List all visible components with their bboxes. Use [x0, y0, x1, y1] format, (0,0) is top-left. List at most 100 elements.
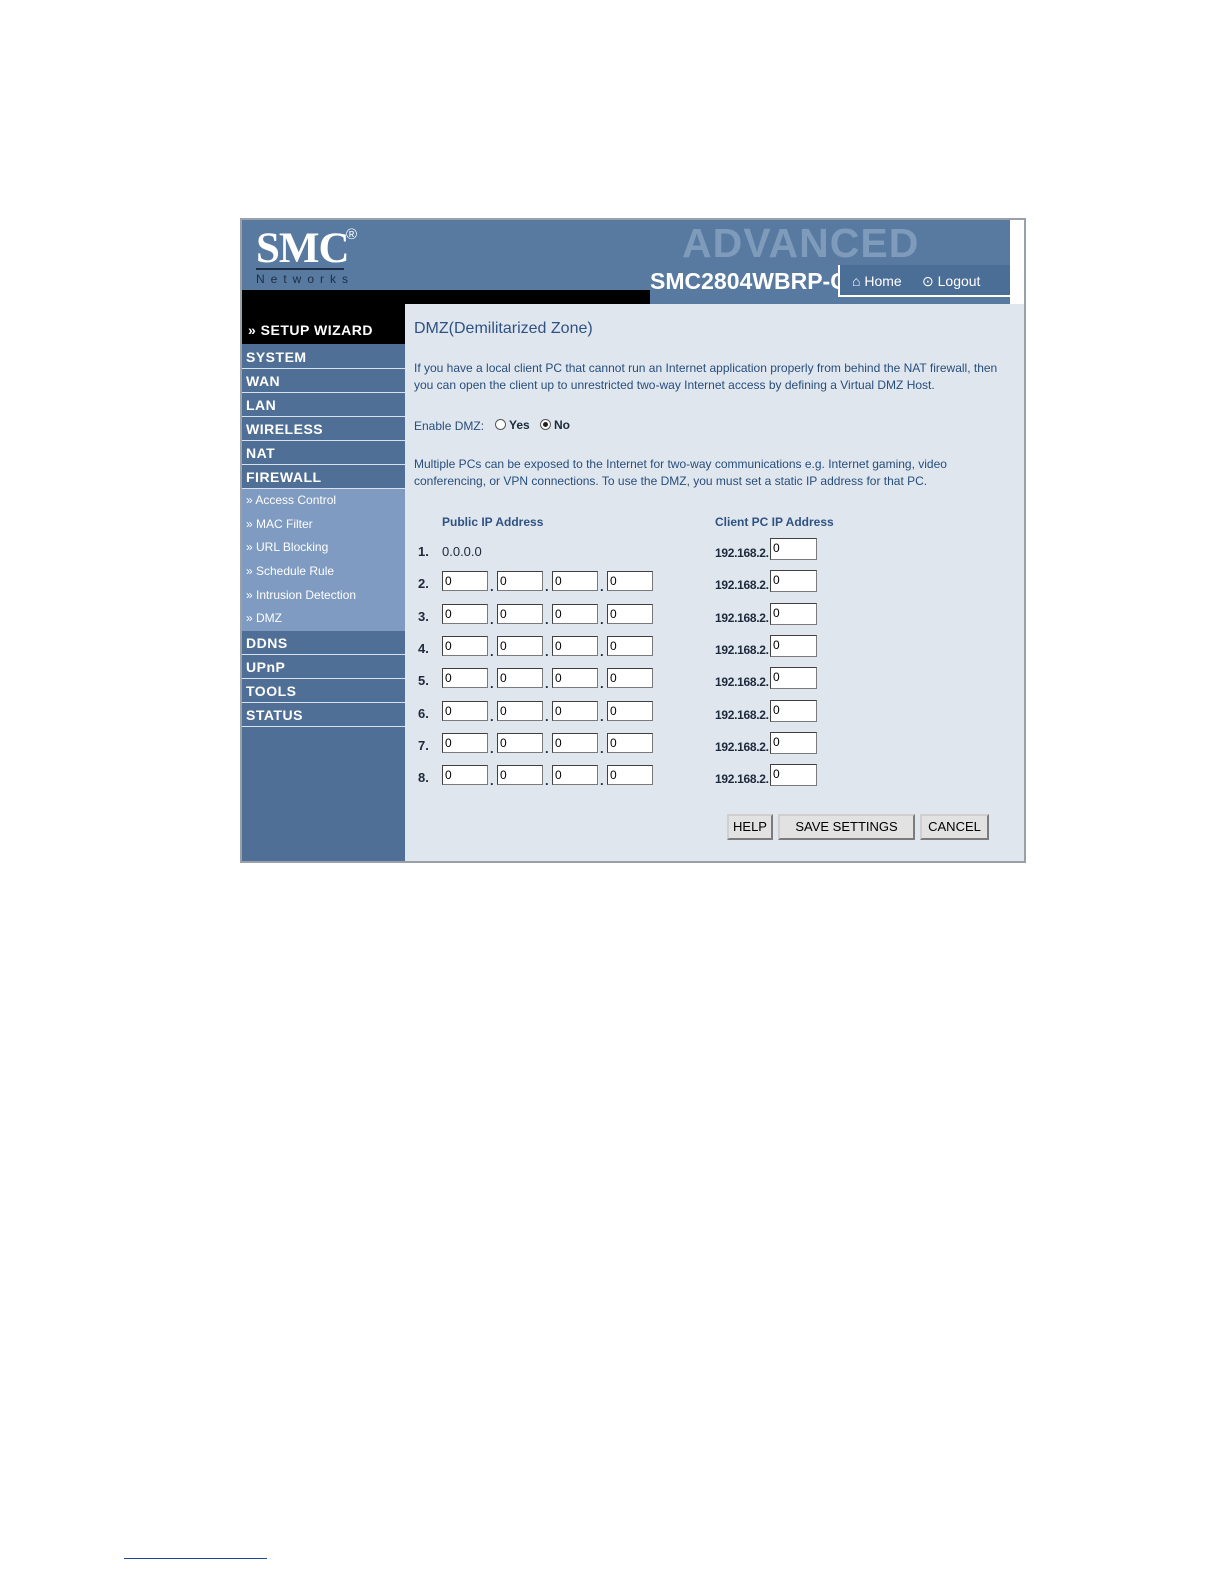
router-admin-window: SMC ® Networks ADVANCED SETUP SMC2804WBR…: [240, 218, 1026, 863]
sidebar-subitem-access-control[interactable]: » Access Control: [242, 489, 405, 513]
public-ip-octet-input[interactable]: 0: [442, 603, 488, 624]
sidebar-item-status[interactable]: STATUS: [242, 703, 405, 728]
sidebar-subitem-schedule-rule[interactable]: » Schedule Rule: [242, 560, 405, 584]
logout-label: Logout: [937, 273, 981, 289]
octet-separator: .: [600, 676, 604, 692]
public-ip-octet-input[interactable]: 0: [497, 700, 543, 721]
sidebar-subitem-mac-filter[interactable]: » MAC Filter: [242, 512, 405, 537]
public-ip-octet-input[interactable]: 0: [607, 732, 653, 753]
client-ip-last-octet-input[interactable]: 0: [770, 699, 817, 722]
yes-radio[interactable]: [495, 419, 506, 430]
public-ip-octet-input[interactable]: 0: [607, 668, 653, 689]
public-ip-octet-input[interactable]: 0: [607, 765, 653, 786]
client-ip-prefix: 192.168.2.: [715, 578, 769, 593]
octet-separator: .: [600, 708, 604, 724]
footnote-separator: [124, 1558, 267, 1559]
client-ip-prefix: 192.168.2.: [715, 739, 769, 754]
enable-no-option[interactable]: No: [540, 418, 570, 432]
table-row: 2. 0. 0. 0. 0 192.168.2. 0: [405, 570, 1005, 596]
enable-dmz-label: Enable DMZ:: [414, 419, 485, 433]
row-number: 8.: [418, 770, 429, 786]
no-radio[interactable]: [540, 419, 551, 430]
public-ip-header: Public IP Address: [442, 515, 544, 529]
public-ip-octet-input[interactable]: 0: [497, 603, 543, 624]
client-ip-prefix: 192.168.2.: [715, 772, 769, 787]
client-ip-prefix: 192.168.2.: [715, 610, 769, 625]
model-name: SMC2804WBRP-G: [650, 268, 849, 294]
sidebar-item-lan[interactable]: LAN: [242, 393, 405, 417]
client-ip-last-octet-input[interactable]: 0: [770, 667, 817, 690]
public-ip-octet-input[interactable]: 0: [497, 765, 543, 786]
public-ip-octet-input[interactable]: 0: [552, 732, 598, 753]
public-ip-octet-input[interactable]: 0: [552, 700, 598, 721]
sidebar-item-wan[interactable]: WAN: [242, 369, 405, 393]
help-button[interactable]: HELP: [727, 814, 773, 840]
public-ip-octet-input[interactable]: 0: [497, 668, 543, 689]
cancel-button[interactable]: CANCEL: [920, 814, 989, 840]
client-ip-last-octet-input[interactable]: 0: [770, 731, 817, 754]
public-ip-octet-input[interactable]: 0: [442, 765, 488, 786]
public-ip-octet-input[interactable]: 0: [442, 668, 488, 689]
public-ip-octet-input[interactable]: 0: [442, 732, 488, 753]
sidebar-menu: SYSTEM WAN LAN WIRELESS NAT FIREWALL » A…: [242, 345, 405, 728]
public-ip-octet-input[interactable]: 0: [552, 603, 598, 624]
table-row: 3. 0. 0. 0. 0 192.168.2. 0: [405, 602, 1005, 629]
row-number: 4.: [418, 640, 429, 656]
octet-separator: .: [545, 773, 549, 789]
sidebar-item-tools[interactable]: TOOLS: [242, 679, 405, 704]
logout-link[interactable]: ⊙ Logout: [922, 273, 980, 290]
public-ip-octet-input[interactable]: 0: [497, 571, 543, 592]
sidebar-item-nat[interactable]: NAT: [242, 441, 405, 465]
table-row: 6. 0. 0. 0. 0 192.168.2. 0: [405, 699, 1005, 726]
public-ip-octet-input[interactable]: 0: [442, 571, 488, 592]
client-ip-header: Client PC IP Address: [715, 515, 834, 529]
public-ip-octet-input[interactable]: 0: [497, 635, 543, 656]
octet-separator: .: [600, 611, 604, 627]
public-ip-octet-input[interactable]: 0: [552, 571, 598, 592]
public-ip-octet-input[interactable]: 0: [607, 571, 653, 592]
client-ip-last-octet-input[interactable]: 0: [770, 634, 817, 657]
main-content: DMZ(Demilitarized Zone) If you have a lo…: [405, 304, 1008, 861]
enable-yes-option[interactable]: Yes: [495, 418, 530, 432]
octet-separator: .: [600, 579, 604, 595]
client-ip-last-octet-input[interactable]: 0: [770, 602, 817, 625]
save-settings-button[interactable]: SAVE SETTINGS: [778, 814, 915, 840]
octet-separator: .: [545, 579, 549, 595]
multi-pc-text: Multiple PCs can be exposed to the Inter…: [414, 457, 947, 488]
public-ip-octet-input[interactable]: 0: [607, 635, 653, 656]
sidebar-item-upnp[interactable]: UPnP: [242, 655, 405, 680]
client-ip-prefix: 192.168.2.: [715, 546, 769, 560]
home-link[interactable]: ⌂ Home: [852, 273, 902, 289]
row-number: 3.: [418, 608, 429, 624]
header-edge: [1010, 220, 1024, 304]
sidebar-item-wireless[interactable]: WIRELESS: [242, 417, 405, 441]
public-ip-octet-input[interactable]: 0: [552, 635, 598, 656]
public-ip-readonly: 0.0.0.0: [442, 544, 482, 559]
public-ip-octet-input[interactable]: 0: [552, 668, 598, 689]
public-ip-octet-input[interactable]: 0: [607, 700, 653, 721]
client-ip-last-octet-input[interactable]: 0: [770, 538, 817, 560]
sidebar-item-system[interactable]: SYSTEM: [242, 345, 405, 369]
public-ip-octet-input[interactable]: 0: [607, 603, 653, 624]
octet-separator: .: [490, 676, 494, 692]
client-ip-last-octet-input[interactable]: 0: [770, 570, 817, 593]
home-icon: ⌂: [852, 273, 861, 289]
setup-wizard-link[interactable]: » SETUP WIZARD: [242, 304, 405, 344]
sidebar-item-firewall[interactable]: FIREWALL: [242, 465, 405, 489]
public-ip-octet-input[interactable]: 0: [442, 635, 488, 656]
public-ip-octet-input[interactable]: 0: [552, 765, 598, 786]
sidebar-item-ddns[interactable]: DDNS: [242, 631, 405, 656]
sidebar-subitem-dmz[interactable]: » DMZ: [242, 607, 405, 632]
top-nav-links: ⌂ Home ⊙ Logout: [838, 265, 1012, 297]
intro-text: If you have a local client PC that canno…: [414, 361, 998, 392]
sidebar-subitem-intrusion-detection[interactable]: » Intrusion Detection: [242, 583, 405, 608]
smc-logo: SMC: [256, 225, 350, 272]
client-ip-last-octet-input[interactable]: 0: [770, 764, 817, 787]
table-row: 7. 0. 0. 0. 0 192.168.2. 0: [405, 731, 1005, 758]
public-ip-octet-input[interactable]: 0: [497, 732, 543, 753]
sidebar-subitem-url-blocking[interactable]: » URL Blocking: [242, 536, 405, 561]
octet-separator: .: [490, 579, 494, 595]
octet-separator: .: [545, 676, 549, 692]
public-ip-octet-input[interactable]: 0: [442, 700, 488, 721]
yes-label: Yes: [509, 418, 530, 432]
